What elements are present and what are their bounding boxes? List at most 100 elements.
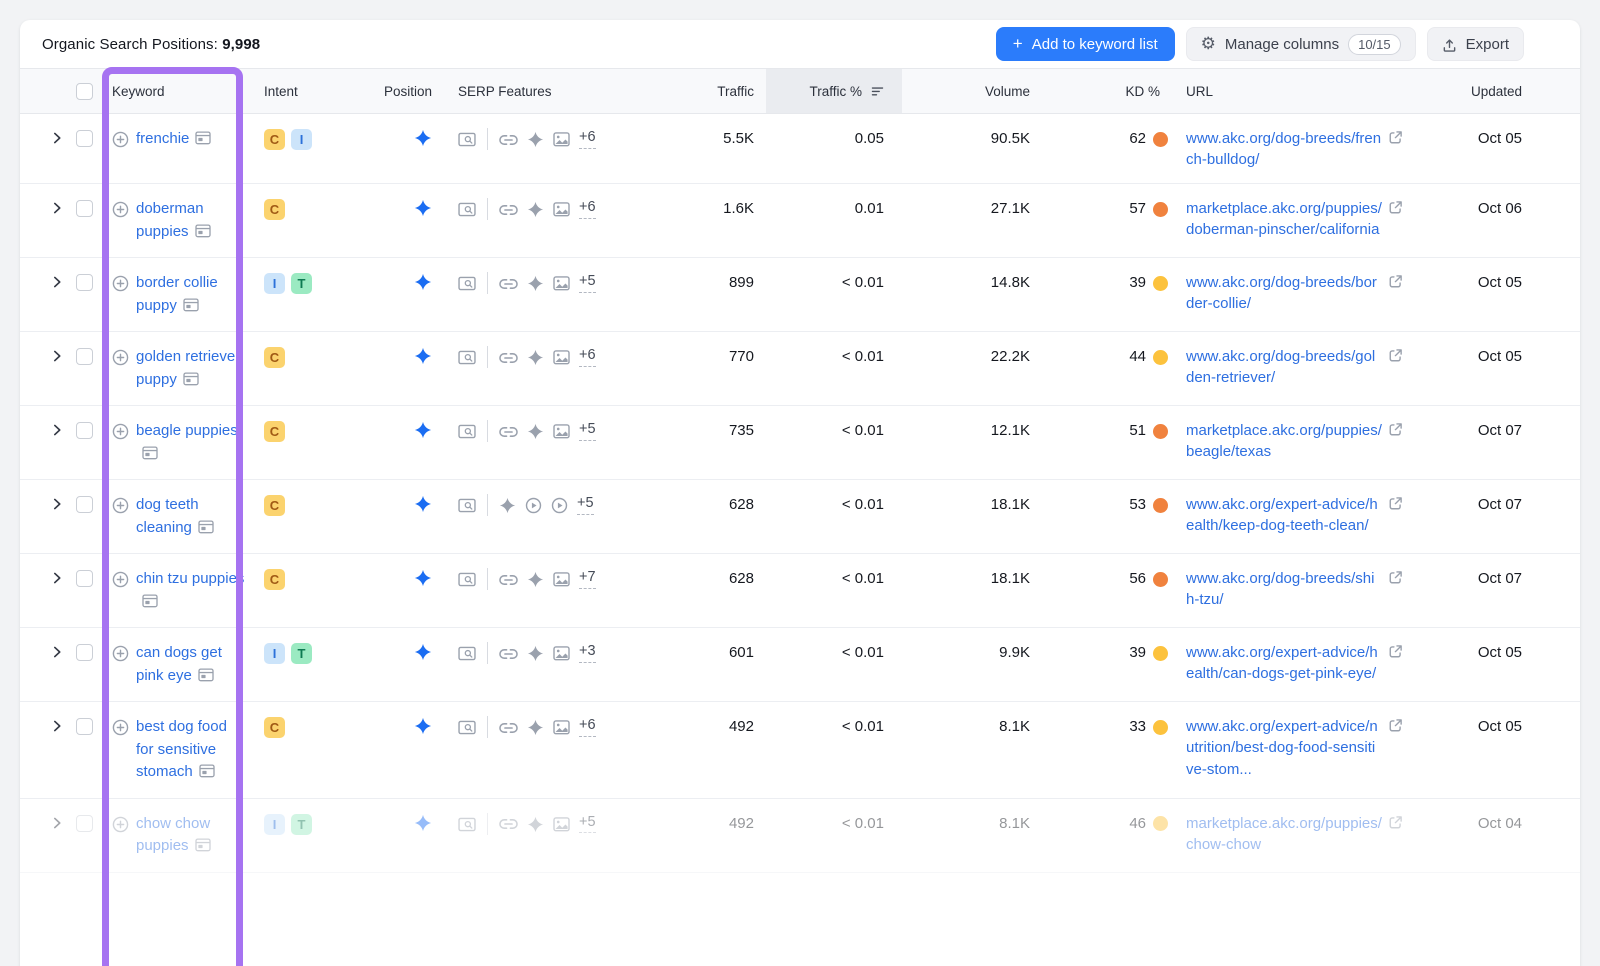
row-expander-chevron-icon[interactable] (50, 131, 64, 145)
add-keyword-icon[interactable] (112, 571, 129, 588)
column-header-volume[interactable]: Volume (902, 69, 1030, 113)
row-expander-chevron-icon[interactable] (50, 816, 64, 830)
column-header-updated[interactable]: Updated (1418, 69, 1580, 113)
row-checkbox[interactable] (76, 274, 93, 291)
select-all-checkbox[interactable] (76, 83, 93, 100)
kd-difficulty-dot (1153, 816, 1168, 831)
url-link[interactable]: www.akc.org/expert-advice/nutrition/best… (1186, 716, 1382, 780)
external-link-icon[interactable] (1388, 496, 1403, 537)
row-checkbox[interactable] (76, 496, 93, 513)
serp-snapshot-icon[interactable] (183, 297, 199, 320)
serp-snapshot-icon[interactable] (142, 593, 158, 616)
keyword-link[interactable]: border collie puppy (136, 272, 248, 319)
add-keyword-icon[interactable] (112, 497, 129, 514)
column-header-traffic[interactable]: Traffic (618, 69, 754, 113)
serp-snapshot-icon[interactable] (195, 837, 211, 860)
external-link-icon[interactable] (1388, 422, 1403, 463)
serp-snapshot-icon[interactable] (142, 445, 158, 468)
url-link[interactable]: www.akc.org/dog-breeds/french-bulldog/ (1186, 128, 1382, 171)
serp-snapshot-icon[interactable] (198, 519, 214, 542)
keyword-link[interactable]: can dogs get pink eye (136, 642, 248, 689)
url-link[interactable]: marketplace.akc.org/puppies/doberman-pin… (1186, 198, 1382, 241)
serp-features-divider (487, 642, 488, 664)
serp-features-more[interactable]: +6 (579, 199, 596, 218)
serp-snapshot-icon[interactable] (195, 223, 211, 246)
serp-snapshot-icon[interactable] (183, 371, 199, 394)
url-link[interactable]: www.akc.org/dog-breeds/border-collie/ (1186, 272, 1382, 315)
column-header-serp-features[interactable]: SERP Features (432, 69, 618, 113)
serp-snapshot-icon[interactable] (199, 763, 215, 786)
add-keyword-icon[interactable] (112, 201, 129, 218)
keyword-link[interactable]: beagle puppies (136, 420, 248, 467)
add-keyword-icon[interactable] (112, 349, 129, 366)
row-expander-chevron-icon[interactable] (50, 645, 64, 659)
row-checkbox[interactable] (76, 422, 93, 439)
row-checkbox[interactable] (76, 130, 93, 147)
url-link[interactable]: www.akc.org/expert-advice/health/keep-do… (1186, 494, 1382, 537)
serp-features-more[interactable]: +5 (579, 273, 596, 292)
intent-badge-C: C (264, 347, 285, 368)
positions-table-card: Organic Search Positions: 9,998 + Add to… (20, 20, 1580, 966)
external-link-icon[interactable] (1388, 718, 1403, 780)
row-checkbox[interactable] (76, 570, 93, 587)
row-expander-chevron-icon[interactable] (50, 201, 64, 215)
row-checkbox[interactable] (76, 200, 93, 217)
row-checkbox[interactable] (76, 815, 93, 832)
column-header-kd[interactable]: KD % (1030, 69, 1168, 113)
add-keyword-icon[interactable] (112, 816, 129, 833)
keyword-link[interactable]: best dog food for sensitive stomach (136, 716, 248, 786)
row-checkbox[interactable] (76, 718, 93, 735)
serp-features-more[interactable]: +6 (579, 129, 596, 148)
export-button[interactable]: Export (1427, 27, 1524, 61)
add-to-keyword-list-button[interactable]: + Add to keyword list (996, 27, 1175, 61)
row-expander-chevron-icon[interactable] (50, 497, 64, 511)
add-keyword-icon[interactable] (112, 645, 129, 662)
serp-features-more[interactable]: +5 (579, 814, 596, 833)
serp-features-more[interactable]: +6 (579, 717, 596, 736)
url-link[interactable]: www.akc.org/dog-breeds/shih-tzu/ (1186, 568, 1382, 611)
external-link-icon[interactable] (1388, 200, 1403, 241)
row-checkbox[interactable] (76, 644, 93, 661)
ai-overview-icon (527, 131, 544, 148)
column-header-intent[interactable]: Intent (254, 69, 372, 113)
serp-features-more[interactable]: +5 (577, 495, 594, 514)
url-link[interactable]: www.akc.org/expert-advice/health/can-dog… (1186, 642, 1382, 685)
column-header-position[interactable]: Position (372, 69, 432, 113)
url-link[interactable]: marketplace.akc.org/puppies/chow-chow (1186, 813, 1382, 856)
add-keyword-icon[interactable] (112, 275, 129, 292)
row-checkbox[interactable] (76, 348, 93, 365)
add-keyword-icon[interactable] (112, 719, 129, 736)
external-link-icon[interactable] (1388, 815, 1403, 856)
serp-features-more[interactable]: +3 (579, 643, 596, 662)
serp-snapshot-icon[interactable] (198, 667, 214, 690)
row-expander-chevron-icon[interactable] (50, 571, 64, 585)
keyword-link[interactable]: golden retriever puppy (136, 346, 248, 393)
row-expander-chevron-icon[interactable] (50, 275, 64, 289)
row-expander-chevron-icon[interactable] (50, 719, 64, 733)
column-header-traffic-pct[interactable]: Traffic % (766, 69, 902, 113)
serp-snapshot-icon[interactable] (195, 130, 211, 153)
external-link-icon[interactable] (1388, 274, 1403, 315)
add-keyword-icon[interactable] (112, 131, 129, 148)
serp-features-more[interactable]: +5 (579, 421, 596, 440)
external-link-icon[interactable] (1388, 130, 1403, 171)
manage-columns-button[interactable]: ⚙ Manage columns 10/15 (1186, 27, 1416, 61)
column-header-url[interactable]: URL (1186, 69, 1418, 113)
keyword-link[interactable]: chow chow puppies (136, 813, 248, 860)
external-link-icon[interactable] (1388, 644, 1403, 685)
add-keyword-icon[interactable] (112, 423, 129, 440)
serp-features-more[interactable]: +6 (579, 347, 596, 366)
keyword-link[interactable]: frenchie (136, 128, 211, 153)
row-expander-chevron-icon[interactable] (50, 349, 64, 363)
serp-features-more[interactable]: +7 (579, 569, 596, 588)
row-expander-chevron-icon[interactable] (50, 423, 64, 437)
external-link-icon[interactable] (1388, 348, 1403, 389)
url-link[interactable]: marketplace.akc.org/puppies/beagle/texas (1186, 420, 1382, 463)
keyword-link[interactable]: doberman puppies (136, 198, 248, 245)
keyword-link[interactable]: dog teeth cleaning (136, 494, 248, 541)
table-header: Keyword Intent Position SERP Features Tr… (20, 68, 1580, 114)
keyword-link[interactable]: chin tzu puppies (136, 568, 248, 615)
url-link[interactable]: www.akc.org/dog-breeds/golden-retriever/ (1186, 346, 1382, 389)
external-link-icon[interactable] (1388, 570, 1403, 611)
column-header-keyword[interactable]: Keyword (112, 69, 254, 113)
